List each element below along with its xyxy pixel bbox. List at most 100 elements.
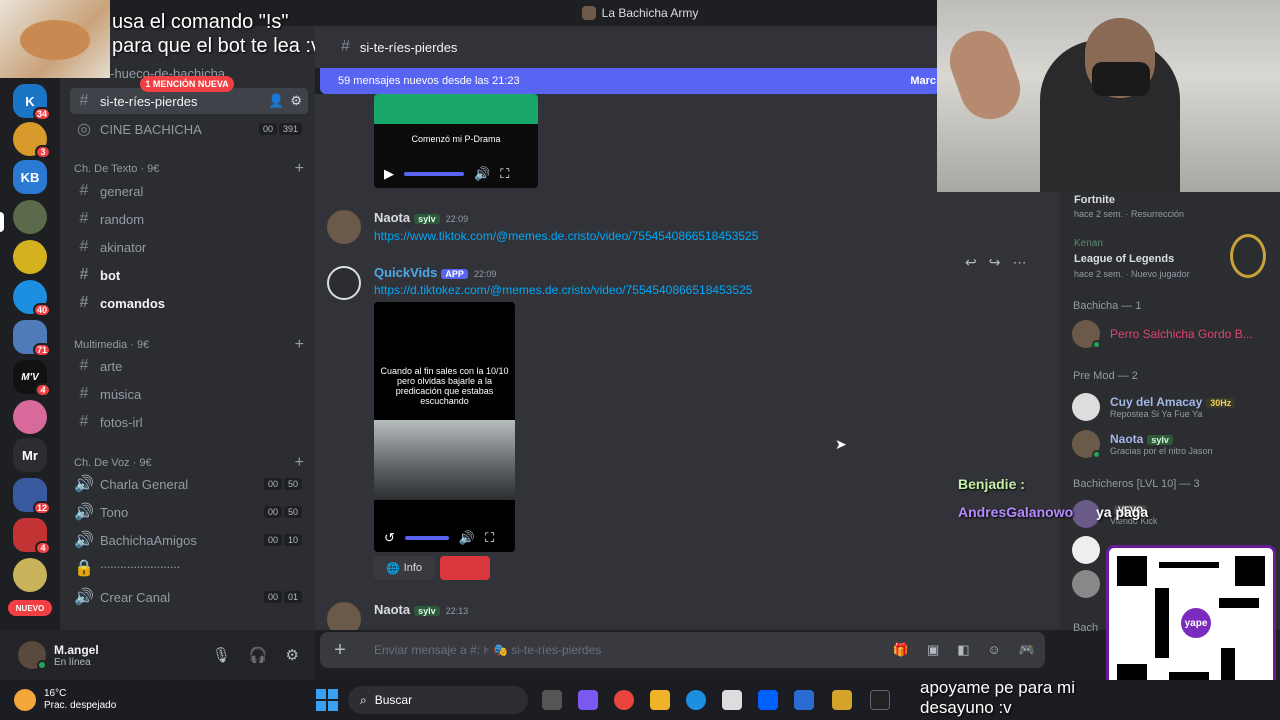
member-row[interactable]: Naota sylv Gracias por el nitro Jason [1072, 424, 1272, 464]
gear-icon[interactable]: ⚙ [286, 646, 299, 664]
category-voice[interactable]: Ch. De Voz · 9€ + [74, 454, 304, 472]
windows-start-icon[interactable] [316, 689, 338, 711]
edge-icon[interactable] [686, 690, 706, 710]
server-icon-10[interactable]: 12 [13, 478, 51, 515]
weather-text: Prac. despejado [44, 700, 117, 711]
task-view-icon[interactable] [542, 690, 562, 710]
avatar[interactable] [327, 210, 361, 244]
store-icon[interactable] [722, 690, 742, 710]
avatar[interactable] [18, 641, 47, 670]
volume-bar[interactable] [404, 536, 449, 540]
author-name[interactable]: QuickVids [374, 265, 437, 280]
channel-comandos[interactable]: # comandos [70, 290, 308, 316]
server-icon-mr[interactable]: Mr [13, 438, 47, 472]
bot-avatar[interactable] [327, 266, 361, 300]
server-icon-8[interactable] [13, 400, 47, 434]
app-icon[interactable] [832, 690, 852, 710]
channel-name: akinator [100, 239, 147, 255]
volume-bar[interactable] [404, 172, 464, 176]
message-link[interactable]: https://www.tiktok.com/@memes.de.cristo/… [374, 229, 758, 243]
server-icon-2[interactable]: 3 [13, 122, 51, 159]
new-messages-bar[interactable]: 59 mensajes nuevos desde las 21:23 Marc [320, 68, 940, 94]
voice-bachicha-amigos[interactable]: 🔊 BachichaAmigos 00 10 [70, 527, 308, 553]
server-icon-7[interactable]: M'V 4 [13, 360, 51, 397]
volume-icon[interactable]: 🔊 [459, 530, 475, 546]
microphone-icon[interactable]: 🎙 [212, 646, 231, 664]
username: M.angel [54, 642, 99, 657]
server-icon-6[interactable]: 71 [13, 320, 51, 357]
video-embed-2[interactable]: Cuando al fin sales con la 10/10 pero ol… [374, 302, 515, 552]
member-row[interactable]: Cuy del Amacay 30Hz Repostea Si Ya Fue Ya [1072, 387, 1272, 427]
channel-cine-bachicha[interactable]: ◎ CINE BACHICHA 00 391 [70, 116, 308, 142]
new-servers-badge[interactable]: NUEVO [8, 600, 52, 616]
server-icon-bachicha[interactable] [13, 200, 47, 234]
gif-icon[interactable]: ▣ [927, 642, 939, 658]
weather-widget[interactable]: 16°C Prac. despejado [14, 688, 116, 712]
avatar[interactable] [327, 602, 361, 630]
plus-icon[interactable]: + [295, 454, 304, 472]
channel-arte[interactable]: # arte [70, 353, 308, 379]
role-group-label: Bachicha — 1 [1073, 300, 1142, 312]
app-icon[interactable] [794, 690, 814, 710]
app-icon[interactable] [870, 690, 890, 710]
channel-random[interactable]: # random [70, 206, 308, 232]
replay-icon[interactable]: ↺ [384, 530, 395, 546]
play-icon[interactable]: ▶ [384, 166, 394, 182]
voice-charla-general[interactable]: 🔊 Charla General 00 50 [70, 471, 308, 497]
user-info[interactable]: M.angel En línea [54, 643, 99, 668]
voice-crear-canal[interactable]: 🔊 Crear Canal 00 01 [70, 584, 308, 610]
video-caption: Cuando al fin sales con la 10/10 pero ol… [380, 366, 509, 406]
server-icon-11[interactable]: 4 [13, 518, 51, 555]
game-controller-icon[interactable]: 🎮 [1019, 642, 1035, 658]
server-icon-4[interactable] [13, 240, 47, 274]
server-icon-1[interactable]: K 34 [13, 84, 51, 121]
volume-icon[interactable]: 🔊 [474, 166, 490, 182]
gift-icon[interactable]: 🎁 [893, 642, 909, 658]
info-button[interactable]: 🌐 Info [374, 556, 434, 580]
attach-plus-icon[interactable]: + [320, 639, 360, 662]
plus-icon[interactable]: + [295, 160, 304, 178]
mark-read-button[interactable]: Marc [910, 75, 936, 87]
channel-bot[interactable]: # bot [70, 262, 308, 288]
server-icon-12[interactable] [13, 558, 47, 592]
sticker-icon[interactable]: ◧ [957, 642, 969, 658]
more-icon[interactable]: ⋯ [1012, 254, 1026, 271]
channel-akinator[interactable]: # akinator [70, 234, 308, 260]
message-composer[interactable]: + Enviar mensaje a #: ⊧ 🎭 si-te-ríes-pie… [320, 632, 1045, 668]
category-media[interactable]: Multimedia · 9€ + [74, 336, 304, 354]
server-icon-5[interactable]: 40 [13, 280, 51, 317]
user-limit: 50 [283, 478, 302, 490]
voice-locked[interactable]: 🔒 ᐧᐧᐧᐧᐧᐧᐧᐧᐧᐧᐧᐧᐧᐧᐧᐧᐧᐧᐧᐧᐧᐧᐧᐧ [70, 555, 308, 581]
member-row[interactable]: Perro Salchicha Gordo B... [1072, 314, 1272, 354]
fullscreen-icon[interactable]: ⛶ [500, 166, 509, 182]
file-explorer-icon[interactable] [650, 690, 670, 710]
emoji-icon[interactable]: ☺ [988, 642, 1001, 658]
channel-fotos-irl[interactable]: # fotos-irl [70, 409, 308, 435]
taskbar-search[interactable]: ⌕ Buscar [348, 686, 528, 714]
channel-musica[interactable]: # música [70, 381, 308, 407]
message-input[interactable]: Enviar mensaje a #: ⊧ 🎭 si-te-ríes-pierd… [374, 643, 601, 657]
forward-icon[interactable]: ↪ [989, 254, 1001, 271]
new-mention-pill[interactable]: 1 MENCIÓN NUEVA [140, 76, 234, 92]
headphones-icon[interactable]: 🎧 [249, 646, 268, 664]
author-name[interactable]: Naota [374, 602, 410, 617]
copilot-icon[interactable] [578, 690, 598, 710]
dropbox-icon[interactable] [758, 690, 778, 710]
chrome-icon[interactable] [614, 690, 634, 710]
plus-icon[interactable]: + [295, 336, 304, 354]
channel-general[interactable]: # general [70, 178, 308, 204]
video-embed-1[interactable]: Comenzó mi P-Drama ▶ 🔊 ⛶ [374, 94, 538, 188]
activity-user[interactable]: Kenan [1074, 238, 1103, 249]
delete-button[interactable] [440, 556, 490, 580]
message-link[interactable]: https://d.tiktokez.com/@memes.de.cristo/… [374, 283, 752, 297]
author-name[interactable]: Naota [374, 210, 410, 225]
category-text[interactable]: Ch. De Texto · 9€ + [74, 160, 304, 178]
fullscreen-icon[interactable]: ⛶ [485, 530, 494, 546]
gear-icon[interactable]: ⚙ [290, 93, 302, 109]
server-icon-kb[interactable]: KB [13, 160, 47, 194]
add-member-icon[interactable]: 👤 [268, 93, 284, 109]
channel-name: arte [100, 358, 123, 374]
voice-tono[interactable]: 🔊 Tono 00 50 [70, 499, 308, 525]
channel-name: si-te-ríes-pierdes [100, 93, 198, 109]
reply-icon[interactable]: ↩ [965, 254, 977, 271]
